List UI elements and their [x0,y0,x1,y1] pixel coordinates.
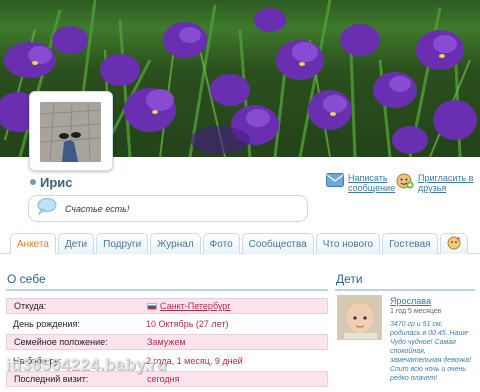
info-value-birthday: 10 Октябрь (27 лет) [146,319,229,329]
status-text: Счастье есть! [65,203,130,214]
add-friend-link[interactable]: Пригласить в друзья [396,173,473,193]
child-photo[interactable] [337,295,382,340]
avatar[interactable] [40,102,101,162]
about-divider [6,289,328,291]
status-bubble[interactable]: Счастье есть! [28,195,308,222]
info-label-from: Откуда: [14,301,47,311]
tab-journal[interactable]: Журнал [150,233,201,254]
info-label-marital: Семейное положение: [14,337,108,347]
profile-name: Ирис [40,174,73,190]
about-title: О себе [7,272,46,286]
tab-guestbook[interactable]: Гостевая [382,233,438,254]
tab-whats-new[interactable]: Что нового [315,233,381,254]
children-title: Дети [336,272,363,286]
envelope-icon [326,173,344,189]
add-friend-line2: друзья [418,183,447,193]
tab-gifts[interactable] [439,233,468,254]
online-status-icon [30,179,36,185]
city-link[interactable]: Санкт-Петербург [160,301,231,311]
tab-friends[interactable]: Подруги [96,233,149,254]
send-message-link[interactable]: Написать сообщение [326,173,395,193]
info-label-last-visit: Последний визит: [14,374,89,384]
gift-icon [446,236,462,253]
russia-flag-icon [147,302,157,310]
children-divider [335,289,475,291]
tab-children[interactable]: Дети [57,233,95,254]
child-description: 3470 гр и 51 см, родилась в 00.45. Наше … [390,321,472,382]
tab-profile[interactable]: Анкета [10,233,56,254]
info-row-marital: Семейное положение: Замужем [6,334,328,350]
info-value-marital: Замужем [147,337,186,347]
tab-communities[interactable]: Сообщества [241,233,314,254]
info-row-from: Откуда: Санкт-Петербург [6,298,328,314]
speech-bubble-icon [37,197,57,220]
info-value-last-visit: сегодня [147,374,180,384]
site-watermark: id36564224.baby.ru [6,355,168,374]
send-message-line1: Написать [348,173,388,183]
profile-tabs: Анкета Дети Подруги Журнал Фото Сообщест… [10,233,468,254]
info-label-birthday: День рождения: [13,319,80,329]
info-row-birthday: День рождения: 10 Октябрь (27 лет) [6,316,328,332]
send-message-line2: сообщение [348,183,396,193]
info-value-from[interactable]: Санкт-Петербург [147,301,231,311]
tab-photo[interactable]: Фото [202,233,240,254]
child-age: 1 год 5 месяцев [390,308,442,315]
add-friend-line1: Пригласить в [418,173,474,183]
child-name-link[interactable]: Ярослава [390,296,431,306]
profile-name-row: Ирис [30,173,73,191]
add-friend-icon [396,173,414,191]
